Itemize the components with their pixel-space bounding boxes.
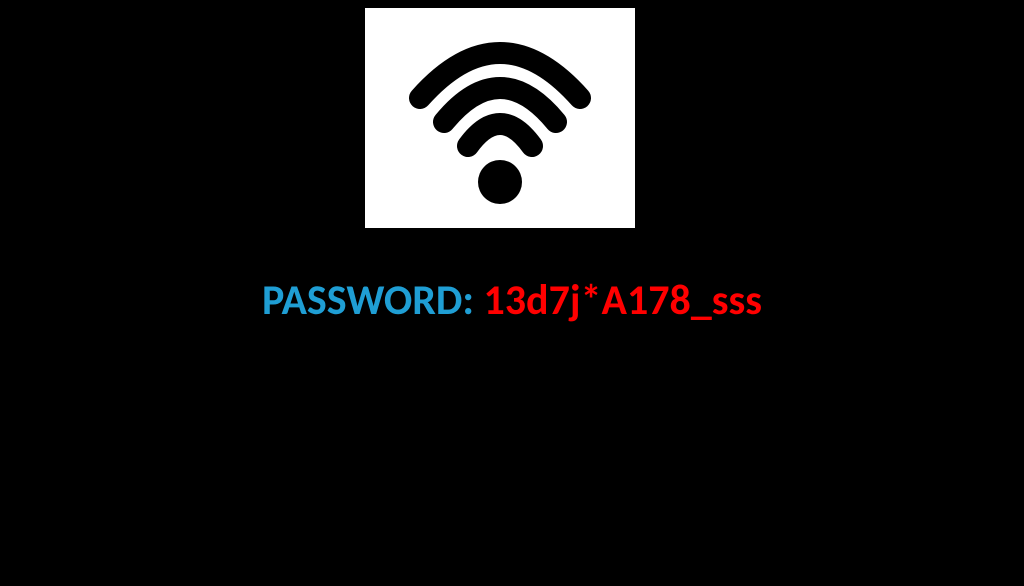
password-display: PASSWORD: 13d7j*A178_sss [0, 275, 1024, 326]
password-value: 13d7j*A178_sss [483, 275, 762, 326]
password-label: PASSWORD: [262, 275, 484, 326]
wifi-icon-container [365, 8, 635, 228]
wifi-icon [395, 18, 605, 218]
